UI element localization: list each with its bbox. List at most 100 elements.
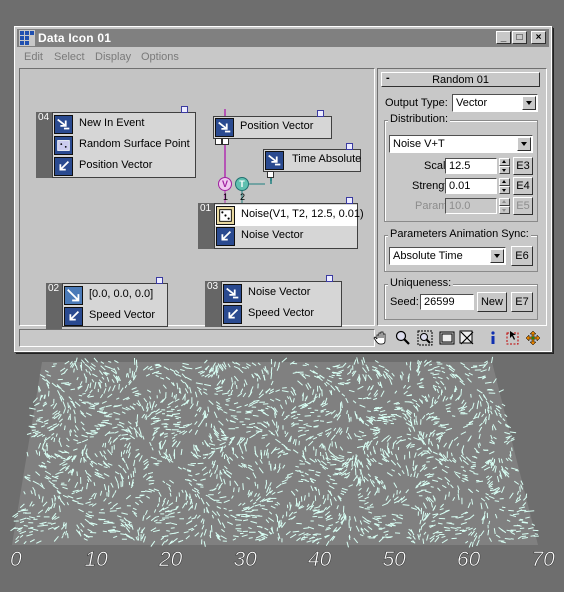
dropdown-value: Noise V+T bbox=[393, 138, 445, 150]
operator-noise-vector[interactable]: Noise Vector bbox=[222, 283, 341, 304]
operator-time-absolute[interactable]: Time Absolute bbox=[264, 150, 360, 171]
surface-icon bbox=[54, 136, 73, 155]
output-type-label: Output Type: bbox=[385, 97, 448, 109]
node-input-port[interactable] bbox=[215, 138, 222, 145]
node-graph[interactable]: 04 New In Event Random Surface Point Pos… bbox=[19, 68, 375, 326]
select-icon[interactable] bbox=[505, 330, 521, 346]
node-01[interactable]: 01 Noise(V1, T2, 12.5, 0.01) Noise Vecto… bbox=[198, 203, 358, 249]
node-position-vector[interactable]: Position Vector bbox=[213, 116, 332, 139]
particle-streak bbox=[485, 511, 486, 514]
maximize-button[interactable]: □ bbox=[512, 31, 527, 44]
particle-streak bbox=[237, 385, 238, 389]
particle-streak bbox=[413, 460, 414, 466]
strength-field[interactable]: 0.01 bbox=[445, 178, 497, 194]
node-input-port[interactable] bbox=[267, 171, 274, 178]
param3-e5-button[interactable]: E5 bbox=[513, 197, 533, 215]
node-output-port[interactable] bbox=[326, 275, 333, 282]
info-icon[interactable] bbox=[485, 330, 501, 346]
node-input-port[interactable] bbox=[222, 138, 229, 145]
title-bar[interactable]: Data Icon 01 _ □ × bbox=[17, 29, 549, 47]
node-time-absolute[interactable]: Time Absolute bbox=[263, 149, 361, 172]
pan-icon[interactable] bbox=[373, 330, 389, 346]
particle-streak bbox=[508, 510, 514, 511]
distribution-dropdown[interactable]: Noise V+T bbox=[389, 135, 533, 153]
particle-streak bbox=[471, 394, 472, 398]
particle-streak bbox=[274, 467, 275, 470]
particle-streak bbox=[33, 424, 38, 425]
operator-position-vector[interactable]: Position Vector bbox=[53, 156, 195, 177]
strength-spinner[interactable] bbox=[499, 178, 510, 194]
particle-streak bbox=[350, 527, 351, 531]
node-output-port[interactable] bbox=[181, 106, 188, 113]
particle-streak bbox=[410, 362, 411, 368]
particle-streak bbox=[166, 449, 167, 452]
particle-streak bbox=[455, 388, 456, 392]
particle-streak bbox=[347, 452, 351, 453]
move-icon[interactable] bbox=[525, 330, 541, 346]
node-03[interactable]: 03 Noise Vector Speed Vector bbox=[205, 281, 342, 327]
axis-labels: 010203040506070 bbox=[10, 548, 555, 571]
operator-random-surface-point[interactable]: Random Surface Point bbox=[53, 135, 195, 156]
new-seed-button[interactable]: New bbox=[477, 292, 507, 312]
minimize-button[interactable]: _ bbox=[496, 31, 511, 44]
app-icon bbox=[19, 30, 35, 46]
zoom-region-icon[interactable] bbox=[417, 330, 433, 346]
node-output-port[interactable] bbox=[156, 277, 163, 284]
node-02[interactable]: 02 [0.0, 0.0, 0.0] Speed Vector bbox=[46, 283, 168, 329]
particle-streak bbox=[243, 483, 244, 490]
data-icon-window: Data Icon 01 _ □ × Edit Select Display O… bbox=[14, 26, 552, 352]
operator-speed-vector[interactable]: Speed Vector bbox=[222, 304, 341, 325]
distribution-title: Distribution: bbox=[388, 113, 450, 125]
particle-streak bbox=[392, 419, 396, 420]
operator-noise[interactable]: Noise(V1, T2, 12.5, 0.01) bbox=[215, 205, 357, 226]
node-04[interactable]: 04 New In Event Random Surface Point Pos… bbox=[36, 112, 196, 178]
scale-field[interactable]: 12.5 bbox=[445, 158, 497, 174]
particle-streak bbox=[37, 526, 43, 527]
sync-dropdown[interactable]: Absolute Time bbox=[389, 247, 506, 265]
particle-streak bbox=[302, 537, 308, 538]
operator-constant-vector[interactable]: [0.0, 0.0, 0.0] bbox=[63, 285, 167, 306]
menu-display[interactable]: Display bbox=[95, 51, 131, 63]
menu-options[interactable]: Options bbox=[141, 51, 179, 63]
strength-e4-button[interactable]: E4 bbox=[513, 177, 533, 195]
zoom-icon[interactable] bbox=[395, 330, 411, 346]
zoom-extents-icon[interactable] bbox=[439, 330, 455, 346]
operator-speed-vector[interactable]: Speed Vector bbox=[63, 306, 167, 327]
particle-streak bbox=[262, 438, 265, 439]
particle-streak bbox=[461, 467, 464, 468]
particle-streak bbox=[510, 432, 516, 433]
particle-streak bbox=[211, 448, 215, 449]
no-zoom-icon[interactable] bbox=[459, 330, 475, 346]
operator-label: Noise Vector bbox=[248, 286, 310, 298]
scale-e3-button[interactable]: E3 bbox=[513, 157, 533, 175]
param3-spinner[interactable] bbox=[499, 198, 510, 214]
node-output-port[interactable] bbox=[346, 143, 353, 150]
operator-noise-vector[interactable]: Noise Vector bbox=[215, 226, 357, 247]
operator-position-vector[interactable]: Position Vector bbox=[214, 117, 331, 138]
particle-streak bbox=[172, 393, 173, 398]
scale-spinner[interactable] bbox=[499, 158, 510, 174]
particle-streak bbox=[194, 445, 195, 451]
seed-e7-button[interactable]: E7 bbox=[511, 292, 533, 312]
arrow-icon bbox=[223, 284, 242, 303]
particle-streak bbox=[502, 507, 505, 508]
param3-field[interactable]: 10.0 bbox=[445, 198, 497, 214]
operator-new-in-event[interactable]: New In Event bbox=[53, 114, 195, 135]
particle-streak bbox=[248, 411, 253, 412]
particle-streak bbox=[339, 378, 342, 379]
status-bar bbox=[19, 329, 375, 347]
seed-field[interactable]: 26599 bbox=[420, 294, 474, 310]
rollout-header[interactable]: - Random 01 bbox=[381, 72, 540, 87]
output-type-dropdown[interactable]: Vector bbox=[452, 94, 538, 112]
menu-edit[interactable]: Edit bbox=[24, 51, 43, 63]
node-output-port[interactable] bbox=[317, 110, 324, 117]
sync-e6-button[interactable]: E6 bbox=[511, 246, 533, 266]
axis-label: 20 bbox=[158, 548, 183, 571]
operator-label: Position Vector bbox=[240, 120, 313, 132]
particle-streak bbox=[349, 535, 350, 538]
v-input-pin[interactable]: V bbox=[218, 177, 232, 191]
close-button[interactable]: × bbox=[531, 31, 546, 44]
node-output-port[interactable] bbox=[346, 197, 353, 204]
menu-select[interactable]: Select bbox=[54, 51, 85, 63]
t-input-pin[interactable]: T bbox=[235, 177, 249, 191]
